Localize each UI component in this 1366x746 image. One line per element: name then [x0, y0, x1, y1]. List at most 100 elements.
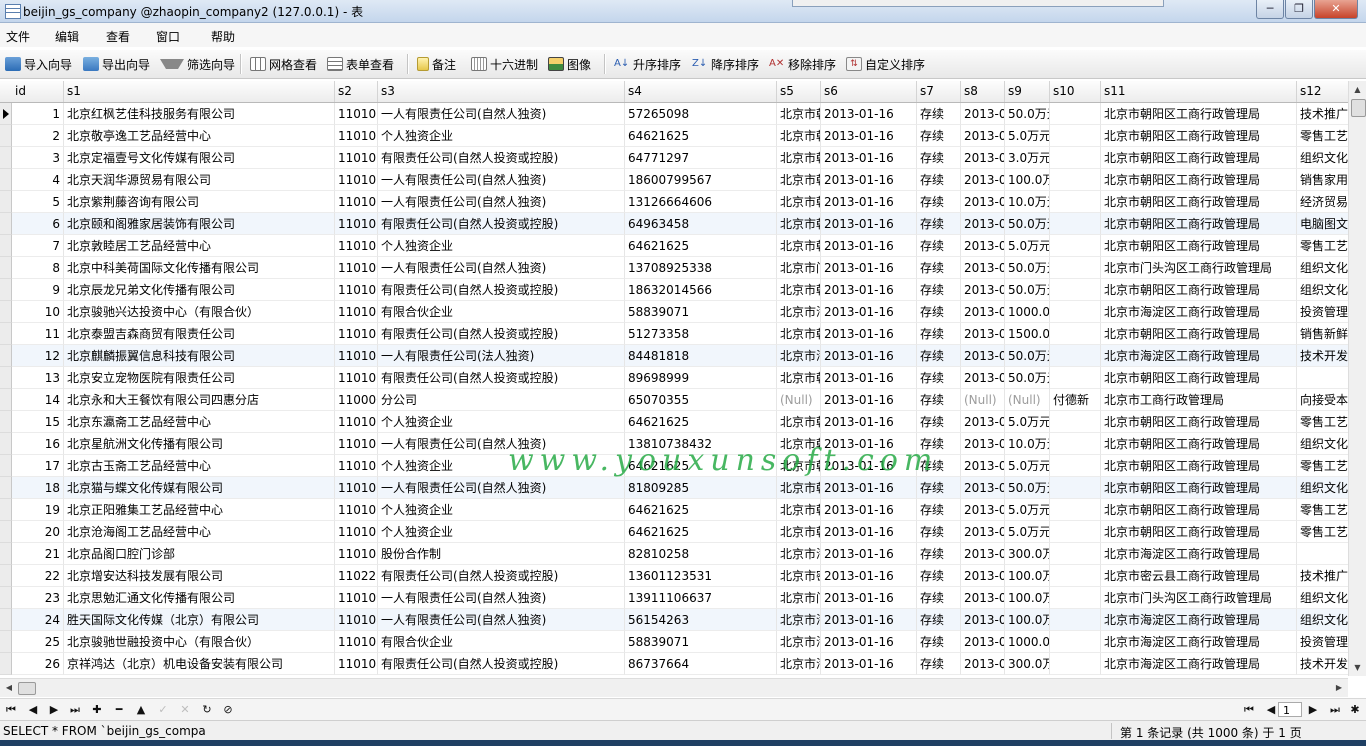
cell-s9[interactable]: 100.0万	[1005, 169, 1050, 191]
cell-s10[interactable]	[1050, 631, 1101, 653]
cell-s8[interactable]: 2013-0	[961, 565, 1005, 587]
cell-s6[interactable]: 2013-01-16	[821, 191, 917, 213]
cell-s4[interactable]: 13708925338	[625, 257, 777, 279]
cell-s10[interactable]	[1050, 455, 1101, 477]
scroll-right-icon[interactable]: ▶	[1333, 682, 1345, 694]
page-number-input[interactable]: 1	[1278, 702, 1302, 717]
cell-s5[interactable]: 北京市门头沟区	[777, 587, 821, 609]
row-selector[interactable]	[0, 411, 12, 433]
cell-id[interactable]: 3	[12, 147, 64, 169]
cell-s10[interactable]	[1050, 521, 1101, 543]
cell-s5[interactable]: 北京市密云县	[777, 565, 821, 587]
cell-s2[interactable]: 110108	[335, 301, 378, 323]
cell-s12[interactable]	[1297, 367, 1348, 389]
table-row[interactable]: 1北京红枫艺佳科技服务有限公司110105一人有限责任公司(自然人独资)5726…	[0, 103, 1348, 125]
cell-s7[interactable]: 存续	[917, 499, 961, 521]
cell-s6[interactable]: 2013-01-16	[821, 169, 917, 191]
cell-s3[interactable]: 一人有限责任公司(自然人独资)	[378, 433, 625, 455]
cell-s8[interactable]: 2013-0	[961, 631, 1005, 653]
cell-s12[interactable]: 零售工艺	[1297, 521, 1348, 543]
cell-s12[interactable]: 技术推广	[1297, 103, 1348, 125]
cell-s11[interactable]: 北京市朝阳区工商行政管理局	[1101, 191, 1297, 213]
cell-s1[interactable]: 北京红枫艺佳科技服务有限公司	[64, 103, 335, 125]
cell-s9[interactable]: 300.0万	[1005, 653, 1050, 675]
table-row[interactable]: 14北京永和大王餐饮有限公司四惠分店110000分公司65070355(Null…	[0, 389, 1348, 411]
cell-id[interactable]: 8	[12, 257, 64, 279]
cell-s5[interactable]: 北京市朝阳区	[777, 125, 821, 147]
cell-s10[interactable]	[1050, 301, 1101, 323]
cell-s12[interactable]: 向接受本	[1297, 389, 1348, 411]
cell-s2[interactable]: 110105	[335, 191, 378, 213]
row-selector[interactable]	[0, 125, 12, 147]
cell-s6[interactable]: 2013-01-16	[821, 477, 917, 499]
cell-s8[interactable]: 2013-0	[961, 345, 1005, 367]
table-row[interactable]: 5北京紫荆藤咨询有限公司110105一人有限责任公司(自然人独资)1312666…	[0, 191, 1348, 213]
cell-s12[interactable]: 组织文化	[1297, 587, 1348, 609]
cell-id[interactable]: 25	[12, 631, 64, 653]
cell-s5[interactable]: 北京市海淀区	[777, 543, 821, 565]
cell-s3[interactable]: 有限责任公司(自然人投资或控股)	[378, 279, 625, 301]
cell-s4[interactable]: 89698999	[625, 367, 777, 389]
cell-s9[interactable]: 5.0万元	[1005, 235, 1050, 257]
first-page-icon[interactable]: ⏮	[1240, 701, 1258, 719]
cell-s9[interactable]: 3.0万元	[1005, 147, 1050, 169]
cell-s8[interactable]: 2013-0	[961, 323, 1005, 345]
cell-s11[interactable]: 北京市朝阳区工商行政管理局	[1101, 147, 1297, 169]
cell-s10[interactable]	[1050, 587, 1101, 609]
discard-changes-icon[interactable]: ✕	[176, 701, 194, 719]
cell-s2[interactable]: 110108	[335, 609, 378, 631]
stop-icon[interactable]: ⊘	[219, 701, 237, 719]
cell-s4[interactable]: 64621625	[625, 411, 777, 433]
cell-s7[interactable]: 存续	[917, 367, 961, 389]
cell-s11[interactable]: 北京市海淀区工商行政管理局	[1101, 301, 1297, 323]
row-selector[interactable]	[0, 455, 12, 477]
cell-s12[interactable]: 电脑图文	[1297, 213, 1348, 235]
cell-s4[interactable]: 64621625	[625, 521, 777, 543]
cell-s4[interactable]: 65070355	[625, 389, 777, 411]
cell-s10[interactable]	[1050, 477, 1101, 499]
cell-s7[interactable]: 存续	[917, 455, 961, 477]
cell-s2[interactable]: 110105	[335, 169, 378, 191]
cell-s7[interactable]: 存续	[917, 609, 961, 631]
cell-s5[interactable]: 北京市朝阳区	[777, 499, 821, 521]
cell-s9[interactable]: 50.0万元	[1005, 367, 1050, 389]
refresh-icon[interactable]: ↻	[198, 701, 216, 719]
cell-s11[interactable]: 北京市朝阳区工商行政管理局	[1101, 367, 1297, 389]
cell-s3[interactable]: 有限合伙企业	[378, 301, 625, 323]
cell-s5[interactable]: 北京市朝阳区	[777, 477, 821, 499]
cell-s9[interactable]: (Null)	[1005, 389, 1050, 411]
cell-s9[interactable]: 10.0万元	[1005, 433, 1050, 455]
cell-s12[interactable]: 组织文化	[1297, 147, 1348, 169]
grid-view-button[interactable]: 网格查看	[250, 54, 317, 74]
cell-id[interactable]: 26	[12, 653, 64, 675]
cell-s10[interactable]	[1050, 235, 1101, 257]
cell-s3[interactable]: 股份合作制	[378, 543, 625, 565]
cell-s10[interactable]	[1050, 279, 1101, 301]
cell-s9[interactable]: 5.0万元	[1005, 521, 1050, 543]
cell-s12[interactable]: 组织文化	[1297, 257, 1348, 279]
cell-s11[interactable]: 北京市海淀区工商行政管理局	[1101, 345, 1297, 367]
minimize-button[interactable]: ─	[1256, 0, 1284, 19]
vertical-scrollbar[interactable]: ▲ ▼	[1348, 81, 1366, 676]
cell-s6[interactable]: 2013-01-16	[821, 433, 917, 455]
row-selector[interactable]	[0, 191, 12, 213]
cell-s4[interactable]: 64771297	[625, 147, 777, 169]
cell-s6[interactable]: 2013-01-16	[821, 587, 917, 609]
cell-s5[interactable]: 北京市朝阳区	[777, 455, 821, 477]
apply-changes-icon[interactable]: ✓	[154, 701, 172, 719]
column-header-s8[interactable]: s8	[961, 81, 1005, 102]
custom-sort-button[interactable]: ⇅ 自定义排序	[846, 54, 925, 74]
cell-s8[interactable]: 2013-0	[961, 147, 1005, 169]
cell-s7[interactable]: 存续	[917, 103, 961, 125]
cell-s4[interactable]: 64621625	[625, 235, 777, 257]
cell-s9[interactable]: 100.0万	[1005, 587, 1050, 609]
column-header-s6[interactable]: s6	[821, 81, 917, 102]
menu-file[interactable]: 文件	[6, 28, 30, 45]
memo-button[interactable]: 备注	[417, 54, 456, 74]
cell-s1[interactable]: 北京敬亭逸工艺品经营中心	[64, 125, 335, 147]
edit-record-icon[interactable]: ▲	[132, 701, 150, 719]
table-row[interactable]: 23北京思勉汇通文化传播有限公司110109一人有限责任公司(自然人独资)139…	[0, 587, 1348, 609]
cell-s4[interactable]: 13126664606	[625, 191, 777, 213]
cell-s8[interactable]: 2013-0	[961, 235, 1005, 257]
row-selector[interactable]	[0, 345, 12, 367]
